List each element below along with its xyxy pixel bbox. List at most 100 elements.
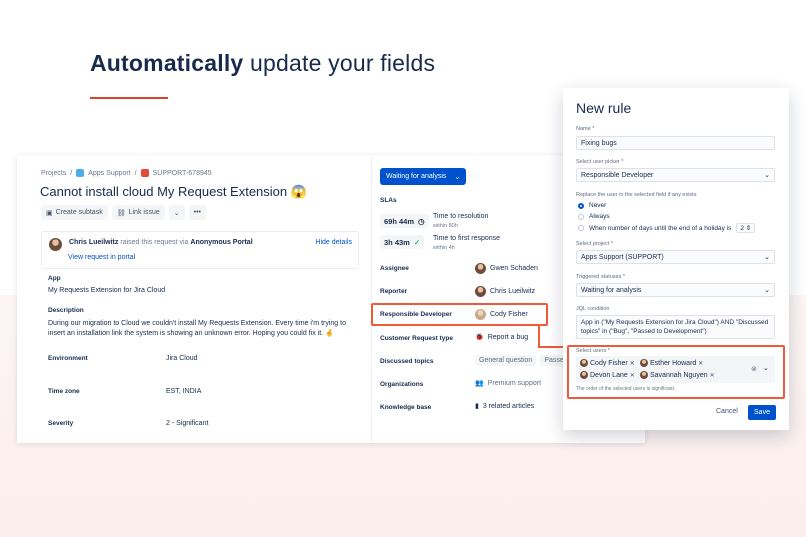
- radio-never-label: Never: [589, 202, 607, 209]
- headline-rest: update your fields: [250, 50, 436, 76]
- more-actions-button[interactable]: •••: [188, 205, 206, 220]
- user-picker-select[interactable]: Responsible Developer ⌄: [576, 168, 775, 182]
- select-users-highlight: [567, 345, 785, 399]
- name-field[interactable]: Fixing bugs: [576, 136, 775, 150]
- radio-icon: [578, 213, 584, 220]
- request-info-panel: Chris Lueilwitz raised this request via …: [41, 231, 359, 269]
- chevron-down-icon: ⌄: [764, 254, 770, 261]
- request-type-value[interactable]: 🐞 Report a bug: [475, 333, 529, 342]
- discussed-topics-label: Discussed topics: [380, 358, 434, 365]
- sla-name: Time to first response: [433, 235, 501, 242]
- knowledge-base-value[interactable]: ▮ 3 related articles: [475, 402, 535, 411]
- subtask-icon: ▣: [46, 209, 53, 217]
- field-value-severity[interactable]: 2 - Significant: [166, 420, 208, 427]
- dialog-title: New rule: [576, 100, 632, 116]
- organizations-label: Organizations: [380, 381, 424, 388]
- hide-details-link[interactable]: Hide details: [315, 239, 352, 246]
- breadcrumb-issue-key[interactable]: SUPPORT-678945: [153, 170, 212, 177]
- reporter-field-name: Chris Lueilwitz: [490, 288, 536, 295]
- statuses-label: Triggered statuses *: [576, 274, 626, 280]
- avatar: [475, 286, 486, 297]
- avatar: [49, 238, 62, 251]
- field-value-app[interactable]: My Requests Extension for Jira Cloud: [48, 287, 165, 294]
- knowledge-base-count: 3 related articles: [482, 402, 535, 410]
- book-icon: ▮: [475, 403, 479, 410]
- issue-toolbar: ▣ Create subtask ⛓ Link issue ⌄ •••: [41, 205, 206, 220]
- breadcrumb-projects[interactable]: Projects: [41, 170, 66, 177]
- radio-selected-icon: [578, 202, 584, 209]
- knowledge-base-label: Knowledge base: [380, 404, 432, 411]
- bug-icon: 🐞: [475, 334, 484, 341]
- create-subtask-label: Create subtask: [55, 209, 103, 216]
- project-label: Select project *: [576, 241, 613, 247]
- sla-time-pill: 69h 44m ◷: [380, 214, 429, 228]
- sla-name: Time to resolution: [433, 213, 489, 220]
- name-field-value: Fixing bugs: [581, 139, 617, 147]
- user-picker-value: Responsible Developer: [581, 171, 654, 179]
- jql-field[interactable]: App in ("My Requests Extension for Jira …: [576, 315, 775, 339]
- reporter-label: Reporter: [380, 288, 408, 295]
- responsible-developer-highlight: [371, 303, 548, 326]
- field-label-environment: Environment: [48, 355, 88, 362]
- field-label-description: Description: [48, 307, 84, 314]
- description-text[interactable]: During our migration to Cloud we couldn'…: [48, 319, 353, 339]
- radio-holiday-label: When number of days until the end of a h…: [589, 224, 732, 232]
- radio-never[interactable]: Never: [578, 202, 606, 209]
- link-icon: ⛓: [116, 209, 126, 217]
- chevron-down-icon: ⌄: [764, 287, 770, 294]
- people-icon: 👥: [475, 380, 484, 387]
- save-button[interactable]: Save: [748, 405, 776, 420]
- days-stepper[interactable]: 2 ⇕: [736, 223, 756, 233]
- replace-label: Replace the user in the selected field i…: [576, 192, 697, 198]
- status-label: Waiting for analysis: [386, 173, 447, 180]
- issue-title[interactable]: Cannot install cloud My Request Extensio…: [40, 184, 307, 200]
- headline: Automatically update your fields: [90, 50, 435, 77]
- breadcrumb-project[interactable]: Apps Support: [88, 170, 130, 177]
- project-value: Apps Support (SUPPORT): [581, 253, 664, 261]
- link-dropdown-button[interactable]: ⌄: [168, 205, 185, 220]
- field-label-app: App: [48, 275, 61, 282]
- headline-underline: [90, 97, 168, 99]
- issue-main-column: Projects / Apps Support / SUPPORT-678945…: [17, 155, 372, 443]
- breadcrumb-separator: /: [70, 169, 73, 177]
- assignee-value[interactable]: Gwen Schaden: [475, 263, 538, 274]
- more-icon: •••: [193, 209, 201, 216]
- reporter-line: Chris Lueilwitz raised this request via …: [69, 239, 253, 246]
- organizations-value[interactable]: 👥 Premium support: [475, 379, 542, 388]
- headline-bold: Automatically: [90, 50, 244, 76]
- organization-name: Premium support: [487, 379, 542, 387]
- view-request-link[interactable]: View request in portal: [68, 254, 135, 261]
- statuses-value: Waiting for analysis: [581, 286, 642, 294]
- project-select[interactable]: Apps Support (SUPPORT) ⌄: [576, 250, 775, 264]
- field-value-timezone[interactable]: EST, INDIA: [166, 388, 201, 395]
- chevron-down-icon: ⌄: [173, 209, 180, 217]
- breadcrumb: Projects / Apps Support / SUPPORT-678945: [41, 169, 212, 177]
- field-value-environment[interactable]: Jira Cloud: [166, 355, 198, 362]
- request-type-label: Customer Request type: [380, 335, 453, 342]
- assignee-label: Assignee: [380, 265, 409, 272]
- status-dropdown-button[interactable]: Waiting for analysis ⌄: [380, 168, 467, 185]
- chevron-down-icon: ⌄: [454, 173, 461, 181]
- radio-holiday[interactable]: When number of days until the end of a h…: [578, 223, 756, 233]
- radio-icon: [578, 225, 584, 231]
- project-icon: [76, 169, 85, 177]
- statuses-select[interactable]: Waiting for analysis ⌄: [576, 283, 775, 297]
- create-subtask-button[interactable]: ▣ Create subtask: [41, 205, 108, 220]
- name-label: Name *: [576, 126, 595, 132]
- days-value: 2: [740, 225, 744, 232]
- issue-view: Projects / Apps Support / SUPPORT-678945…: [17, 155, 645, 443]
- reporter-value[interactable]: Chris Lueilwitz: [475, 286, 535, 297]
- cancel-button[interactable]: Cancel: [716, 408, 738, 415]
- chevron-down-icon: ⌄: [764, 172, 770, 179]
- sla-sub: within 80h: [433, 223, 458, 229]
- clock-icon: ◷: [418, 216, 425, 226]
- radio-always[interactable]: Always: [578, 213, 610, 220]
- field-label-timezone: Time zone: [48, 388, 80, 395]
- issue-type-icon: [140, 169, 149, 177]
- radio-always-label: Always: [589, 213, 610, 220]
- avatar: [475, 263, 486, 274]
- sla-time: 69h 44m: [384, 216, 415, 226]
- link-issue-button[interactable]: ⛓ Link issue: [111, 205, 165, 220]
- request-type-name: Report a bug: [487, 333, 529, 341]
- portal-name: Anonymous Portal: [190, 239, 253, 246]
